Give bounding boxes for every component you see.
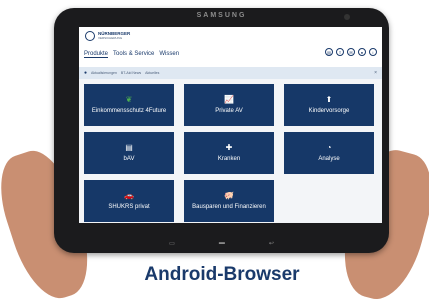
tile-bausparen[interactable]: 🐖 Bausparen und Finanzieren [184, 180, 274, 222]
notification-bar: ● Aktualisierungen BT-Aid News Aktuelles… [79, 67, 382, 79]
nav-produkte[interactable]: Produkte [84, 51, 109, 58]
main-nav: Produkte Tools & Service Wissen [84, 51, 179, 58]
info-icon[interactable]: i [369, 48, 377, 56]
tile-bav[interactable]: ▤ bAV [84, 132, 174, 174]
logo-sub: VERSICHERUNG [98, 36, 123, 40]
camera-icon [344, 14, 350, 20]
tile-label: Kranken [217, 156, 241, 162]
mail-icon[interactable]: ✉ [347, 48, 355, 56]
notif-item[interactable]: BT-Aid News [121, 71, 141, 75]
pie-icon: ◔ [326, 143, 332, 152]
company-logo[interactable]: NÜRNBERGER VERSICHERUNG [85, 31, 130, 41]
logo-icon [85, 31, 95, 41]
tile-kranken[interactable]: ✚ Kranken [184, 132, 274, 174]
tile-shukrs-privat[interactable]: 🚗 SHUKRS privat [84, 180, 174, 222]
tile-kindervorsorge[interactable]: ⬆ Kindervorsorge [284, 84, 374, 126]
doc-icon[interactable]: ▤ [325, 48, 333, 56]
notif-item[interactable]: Aktuelles [145, 71, 159, 75]
screen: NÜRNBERGER VERSICHERUNG Produkte Tools &… [79, 27, 382, 223]
home-button-icon[interactable]: ▬ [219, 240, 225, 247]
piggy-icon: 🐖 [224, 191, 234, 200]
tile-label: Private AV [215, 108, 243, 114]
notif-item[interactable]: Aktualisierungen [91, 71, 117, 75]
device-brand: SAMSUNG [196, 12, 247, 19]
tile-private-av[interactable]: 📈 Private AV [184, 84, 274, 126]
tablet-device: SAMSUNG NÜRNBERGER VERSICHERUNG Produkte… [54, 8, 389, 253]
chart-icon: 📈 [224, 95, 234, 104]
caption-label: Android-Browser [126, 262, 318, 288]
header-icons: ▤ ⇪ ✉ ● i [325, 48, 377, 56]
tile-einkommensschutz[interactable]: ❦ Einkommensschutz 4Future [84, 84, 174, 126]
tile-analyse[interactable]: ◔ Analyse [284, 132, 374, 174]
back-icon[interactable]: ↩ [269, 240, 274, 247]
car-icon: 🚗 [124, 191, 134, 200]
user-icon[interactable]: ● [358, 48, 366, 56]
tile-label: Einkommensschutz 4Future [91, 108, 167, 114]
nav-wissen[interactable]: Wissen [159, 51, 179, 58]
tile-label: Kindervorsorge [308, 108, 350, 114]
info-dot-icon: ● [84, 70, 88, 76]
tile-label: Bausparen und Finanzieren [192, 204, 266, 210]
android-nav-bar: ▭ ▬ ↩ [54, 240, 389, 247]
medical-icon: ✚ [225, 143, 233, 152]
tile-label: bAV [123, 156, 135, 162]
share-icon[interactable]: ⇪ [336, 48, 344, 56]
leaf-icon: ❦ [125, 95, 133, 104]
top-bar: NÜRNBERGER VERSICHERUNG Produkte Tools &… [79, 27, 382, 67]
child-icon: ⬆ [325, 95, 333, 104]
document-icon: ▤ [125, 143, 133, 152]
tile-label: Analyse [318, 156, 340, 162]
recent-apps-icon[interactable]: ▭ [169, 240, 175, 247]
close-icon[interactable]: × [374, 70, 377, 76]
tile-label: SHUKRS privat [108, 204, 150, 210]
nav-tools-service[interactable]: Tools & Service [113, 51, 154, 58]
